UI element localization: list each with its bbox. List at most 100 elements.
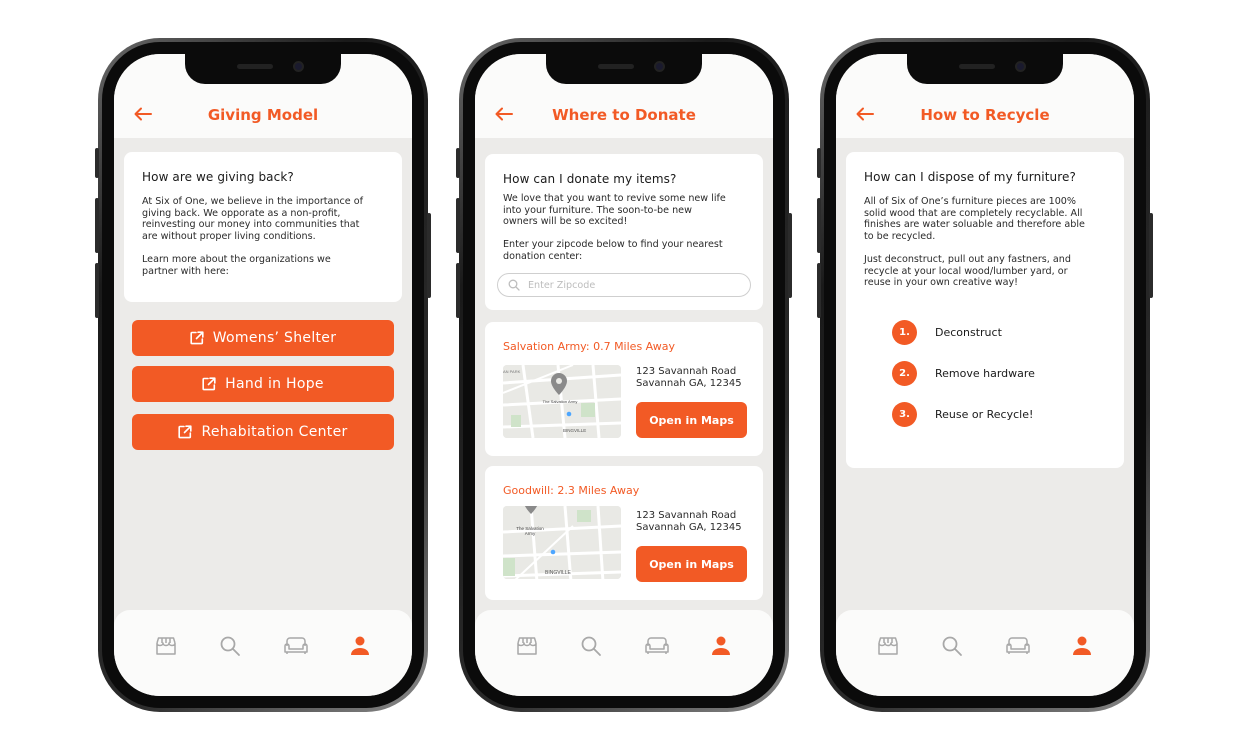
info-card: How are we giving back? At Six of One, w… (124, 152, 402, 302)
button-label: Rehabitation Center (201, 424, 348, 440)
step-item: 3. Reuse or Recycle! (892, 402, 1033, 427)
map-thumbnail[interactable]: The Salvation Army BINGVILLE AN PARK (503, 365, 621, 438)
content: How can I donate my items? We love that … (475, 138, 773, 610)
donate-info-card: How can I donate my items? We love that … (485, 154, 763, 310)
card-title: How are we giving back? (142, 170, 294, 184)
notch (546, 54, 702, 84)
map-label-area: AN PARK (503, 369, 521, 374)
open-in-maps-button[interactable]: Open in Maps (636, 402, 747, 438)
screen: How to Recycle How can I dispose of my f… (836, 54, 1134, 696)
phone-where-to-donate: Where to Donate How can I donate my item… (456, 38, 792, 712)
camera (293, 61, 304, 72)
speaker (959, 64, 995, 69)
camera (654, 61, 665, 72)
zipcode-search-box[interactable] (497, 273, 751, 297)
address-line: Savannah GA, 12345 (636, 522, 742, 533)
store-icon[interactable] (515, 634, 539, 658)
button-label: Hand in Hope (225, 376, 324, 392)
external-link-icon (202, 377, 216, 391)
side-button (95, 198, 99, 253)
location-card: Goodwill: 2.3 Miles Away The Salvation A… (485, 466, 763, 600)
notch (907, 54, 1063, 84)
content: How can I dispose of my furniture? All o… (836, 138, 1134, 610)
profile-icon[interactable] (348, 634, 372, 658)
womens-shelter-button[interactable]: Womens’ Shelter (132, 320, 394, 356)
content: How are we giving back? At Six of One, w… (114, 138, 412, 610)
tab-bar (114, 610, 412, 696)
store-icon[interactable] (876, 634, 900, 658)
screen: Giving Model How are we giving back? At … (114, 54, 412, 696)
side-button (817, 263, 821, 318)
sofa-icon[interactable] (1004, 634, 1032, 658)
tab-bar (475, 610, 773, 696)
map-label-poi: The Salvation Army (542, 399, 578, 404)
map-label-area: BINGVILLE (545, 570, 571, 576)
step-number-badge: 1. (892, 320, 917, 345)
address-line: Savannah GA, 12345 (636, 378, 742, 389)
address: 123 Savannah Road Savannah GA, 12345 (636, 510, 742, 534)
button-label: Womens’ Shelter (212, 330, 337, 346)
external-link-icon (190, 331, 204, 345)
side-button (817, 148, 821, 178)
side-button (456, 198, 460, 253)
step-number-badge: 2. (892, 361, 917, 386)
side-button (456, 148, 460, 178)
card-title: How can I donate my items? (503, 172, 677, 186)
side-button (95, 148, 99, 178)
search-icon (508, 279, 520, 291)
open-in-maps-button[interactable]: Open in Maps (636, 546, 747, 582)
tab-bar (836, 610, 1134, 696)
address-line: 123 Savannah Road (636, 510, 737, 521)
map-thumbnail[interactable]: The Salvation Army BINGVILLE (503, 506, 621, 579)
side-button (1149, 213, 1153, 298)
map-image (503, 506, 621, 579)
rehabitation-center-button[interactable]: Rehabitation Center (132, 414, 394, 450)
step-item: 2. Remove hardware (892, 361, 1035, 386)
speaker (598, 64, 634, 69)
location-card: Salvation Army: 0.7 Miles Away The Salva… (485, 322, 763, 456)
search-icon[interactable] (218, 634, 242, 658)
external-link-icon (178, 425, 193, 439)
side-button (817, 198, 821, 253)
card-body: All of Six of One’s furniture pieces are… (864, 196, 1085, 289)
hand-in-hope-button[interactable]: Hand in Hope (132, 366, 394, 402)
phone-bezel: How to Recycle How can I dispose of my f… (824, 42, 1146, 708)
recycle-info-card: How can I dispose of my furniture? All o… (846, 152, 1124, 468)
profile-icon[interactable] (1070, 634, 1094, 658)
page-title: Giving Model (207, 106, 319, 124)
location-title: Goodwill: 2.3 Miles Away (503, 484, 640, 497)
zipcode-input[interactable] (528, 279, 728, 291)
page-title: How to Recycle (920, 106, 1050, 124)
search-icon[interactable] (940, 634, 964, 658)
card-body: At Six of One, we believe in the importa… (142, 196, 363, 277)
store-icon[interactable] (154, 634, 178, 658)
step-label: Reuse or Recycle! (935, 408, 1034, 421)
card-title: How can I dispose of my furniture? (864, 170, 1076, 184)
card-body: We love that you want to revive some new… (503, 193, 726, 262)
phone-giving-model: Giving Model How are we giving back? At … (95, 38, 431, 712)
map-label-area: BINGVILLE (563, 428, 587, 433)
page-title: Where to Donate (552, 106, 696, 124)
side-button (788, 213, 792, 298)
sofa-icon[interactable] (643, 634, 671, 658)
side-button (427, 213, 431, 298)
phone-how-to-recycle: How to Recycle How can I dispose of my f… (817, 38, 1153, 712)
address-line: 123 Savannah Road (636, 366, 737, 377)
phone-bezel: Where to Donate How can I donate my item… (463, 42, 785, 708)
search-icon[interactable] (579, 634, 603, 658)
step-item: 1. Deconstruct (892, 320, 1002, 345)
step-label: Deconstruct (935, 326, 1002, 339)
speaker (237, 64, 273, 69)
phone-bezel: Giving Model How are we giving back? At … (102, 42, 424, 708)
map-label-poi: The Salvation Army (516, 526, 544, 536)
profile-icon[interactable] (709, 634, 733, 658)
address: 123 Savannah Road Savannah GA, 12345 (636, 366, 742, 390)
sofa-icon[interactable] (282, 634, 310, 658)
camera (1015, 61, 1026, 72)
step-label: Remove hardware (935, 367, 1035, 380)
screen: Where to Donate How can I donate my item… (475, 54, 773, 696)
side-button (456, 263, 460, 318)
side-button (95, 263, 99, 318)
location-title: Salvation Army: 0.7 Miles Away (503, 340, 675, 353)
notch (185, 54, 341, 84)
